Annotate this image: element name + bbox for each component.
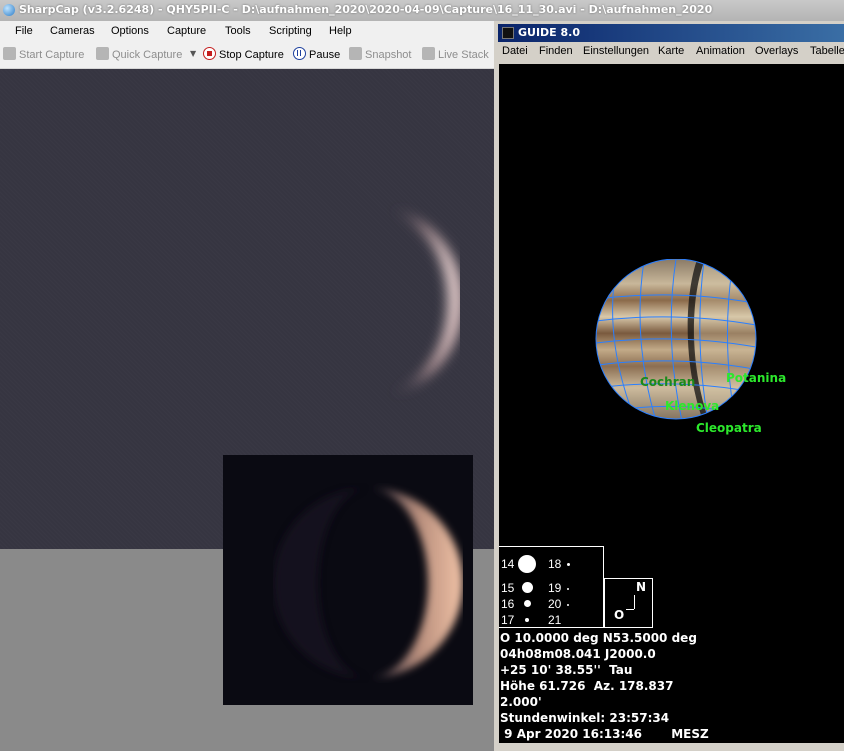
info-field-size: 2.000' (500, 695, 542, 709)
star-dot-icon (567, 563, 570, 566)
menu-cameras[interactable]: Cameras (50, 25, 95, 37)
menu-options[interactable]: Options (111, 25, 149, 37)
info-altitude-azimuth: Höhe 61.726 Az. 178.837 (500, 679, 674, 693)
compass-north-line (634, 595, 635, 609)
guide-menu-bar: Datei Finden Einstellungen Karte Animati… (498, 43, 844, 62)
sharpcap-menu-bar: File Cameras Options Capture Tools Scrip… (0, 21, 494, 42)
menu-scripting[interactable]: Scripting (269, 25, 312, 37)
menu-datei[interactable]: Datei (502, 45, 528, 57)
legend-row: 20 (548, 597, 562, 611)
feature-label-cleopatra[interactable]: Cleopatra (696, 421, 762, 435)
start-capture-button[interactable]: Start Capture (3, 47, 84, 63)
sharpcap-toolbar: Start Capture Quick Capture Stop Capture… (0, 42, 494, 69)
feature-label-potanina[interactable]: Potanina (726, 371, 786, 385)
star-dot-icon (567, 604, 569, 606)
magnitude-legend: 14 18 15 19 16 20 17 21 (499, 546, 604, 628)
menu-einstellungen[interactable]: Einstellungen (583, 45, 649, 57)
compass-indicator: N O (604, 578, 653, 628)
feature-label-klenova[interactable]: Klenova (665, 399, 719, 413)
snapshot-label: Snapshot (365, 49, 412, 61)
sharpcap-title-bar[interactable]: SharpCap (v3.2.6248) - QHY5PII-C - D:\au… (0, 0, 844, 21)
stop-icon (203, 47, 216, 60)
feature-label-cochran[interactable]: Cochran (640, 375, 695, 389)
menu-tools[interactable]: Tools (225, 25, 251, 37)
live-stack-label: Live Stack (438, 49, 489, 61)
quick-capture-dropdown-icon[interactable]: ▼ (190, 49, 196, 58)
menu-animation[interactable]: Animation (696, 45, 745, 57)
camera-icon (3, 47, 16, 60)
legend-row: 15 (501, 581, 515, 595)
menu-tabelle[interactable]: Tabelle (810, 45, 844, 57)
sharpcap-window-title: SharpCap (v3.2.6248) - QHY5PII-C - D:\au… (19, 3, 713, 16)
guide-window-title: GUIDE 8.0 (518, 26, 581, 39)
snapshot-button[interactable]: Snapshot (349, 47, 411, 63)
info-hour-angle: Stundenwinkel: 23:57:34 (500, 711, 670, 725)
legend-row: 14 (501, 557, 515, 571)
stop-capture-button[interactable]: Stop Capture (203, 47, 284, 63)
live-stack-icon (422, 47, 435, 60)
live-stack-button[interactable]: Live Stack (422, 47, 489, 63)
snapshot-icon (349, 47, 362, 60)
star-dot-icon (518, 555, 536, 573)
compass-north: N (636, 580, 647, 594)
menu-capture[interactable]: Capture (167, 25, 206, 37)
info-datetime: 9 Apr 2020 16:13:46 MESZ (500, 727, 709, 741)
menu-karte[interactable]: Karte (658, 45, 684, 57)
guide-title-bar[interactable]: GUIDE 8.0 (498, 24, 844, 42)
info-declination: +25 10' 38.55'' Tau (500, 663, 633, 677)
legend-row: 21 (548, 613, 562, 627)
menu-finden[interactable]: Finden (539, 45, 573, 57)
star-dot-icon (567, 588, 569, 590)
menu-help[interactable]: Help (329, 25, 352, 37)
info-longitude-latitude: O 10.0000 deg N53.5000 deg (500, 631, 697, 645)
star-dot-icon (522, 582, 533, 593)
venus-raw-image (390, 209, 460, 394)
quick-capture-button[interactable]: Quick Capture (96, 47, 182, 63)
camera-icon (96, 47, 109, 60)
pause-label: Pause (309, 49, 341, 61)
star-dot-icon (524, 600, 531, 607)
stacked-venus-image (223, 455, 473, 705)
compass-east-line (626, 609, 634, 610)
legend-row: 19 (548, 581, 562, 595)
legend-row: 18 (548, 557, 562, 571)
stop-capture-label: Stop Capture (219, 49, 284, 61)
legend-row: 16 (501, 597, 515, 611)
start-capture-label: Start Capture (19, 49, 85, 61)
quick-capture-label: Quick Capture (112, 49, 183, 61)
menu-overlays[interactable]: Overlays (755, 45, 798, 57)
legend-row: 17 (501, 613, 515, 627)
guide-chart-view[interactable]: Cochran Potanina Klenova Cleopatra 14 18… (499, 64, 844, 743)
pause-icon (293, 47, 306, 60)
guide-app-icon (502, 27, 514, 39)
sharpcap-app-icon (3, 4, 15, 16)
compass-east: O (614, 608, 625, 622)
info-right-ascension: 04h08m08.041 J2000.0 (500, 647, 656, 661)
star-dot-icon (525, 618, 529, 622)
pause-button[interactable]: Pause (293, 47, 340, 63)
venus-stacked-crescent (273, 488, 463, 678)
menu-file[interactable]: File (15, 25, 33, 37)
